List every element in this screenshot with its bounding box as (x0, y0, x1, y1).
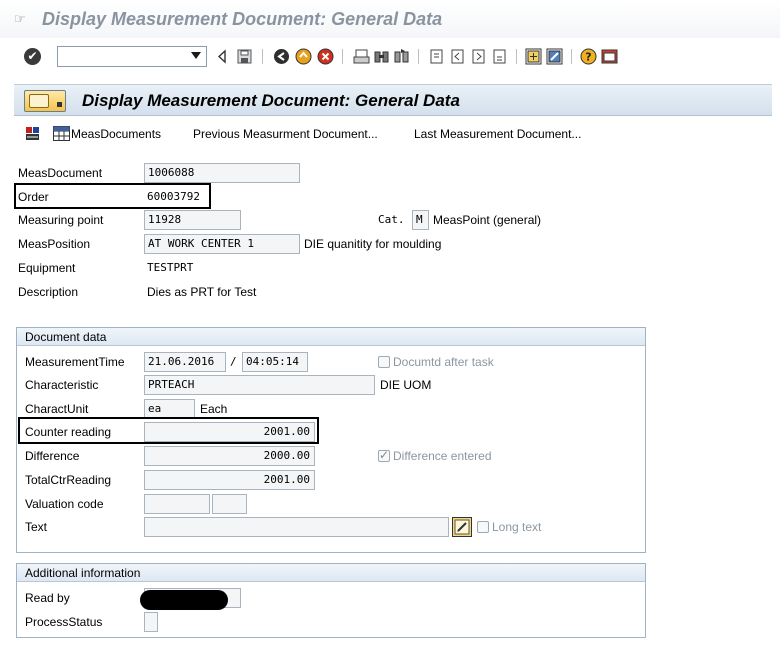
save-icon[interactable] (236, 48, 253, 65)
valuation-code-secondary-field[interactable] (212, 494, 247, 514)
description-label: Description (18, 285, 79, 299)
document-data-header: Document data (17, 328, 645, 346)
date-time-separator: / (230, 355, 237, 368)
difference-label: Difference (25, 449, 80, 463)
create-session-icon[interactable] (525, 48, 542, 65)
order-label: Order (18, 190, 49, 204)
redaction-mark (140, 590, 228, 610)
difference-field[interactable]: 2000.00 (144, 446, 315, 466)
exit-icon[interactable] (295, 48, 312, 65)
characteristic-description: DIE UOM (380, 378, 432, 392)
equipment-label: Equipment (18, 261, 76, 275)
previous-document-button[interactable]: Previous Measurment Document... (193, 127, 378, 141)
measurement-date-field[interactable]: 21.06.2016 (144, 352, 226, 372)
measuring-point-label: Measuring point (18, 213, 104, 227)
standard-toolbar: ✔ ? (0, 40, 780, 76)
window-title: Display Measurement Document: General Da… (42, 9, 443, 29)
read-by-label: Read by (25, 591, 70, 605)
valuation-code-label: Valuation code (25, 497, 104, 511)
meas-position-field[interactable]: AT WORK CENTER 1 (144, 234, 300, 254)
back-icon[interactable] (273, 48, 290, 65)
command-field[interactable] (57, 46, 207, 67)
equipment-value[interactable]: TESTPRT (147, 261, 193, 275)
characteristic-label: Characteristic (25, 378, 99, 392)
customize-layout-icon[interactable] (601, 48, 618, 65)
order-value[interactable]: 60003792 (147, 190, 200, 204)
first-page-icon[interactable] (428, 48, 445, 65)
enter-check-icon[interactable]: ✔ (24, 48, 41, 65)
measurement-time-label: MeasurementTime (25, 355, 125, 369)
chevron-down-icon[interactable] (191, 52, 201, 59)
application-toolbar: MeasDocuments Previous Measurment Docume… (14, 120, 772, 148)
measuring-point-field[interactable]: 11928 (144, 210, 241, 230)
cat-label: Cat. (378, 213, 405, 226)
additional-info-group: Additional information (16, 563, 646, 638)
last-page-icon[interactable] (491, 48, 508, 65)
text-label: Text (25, 520, 48, 534)
find-next-icon[interactable] (393, 48, 410, 65)
menu-icon[interactable]: ☞ (14, 12, 28, 25)
charact-unit-label: CharactUnit (25, 402, 89, 416)
additional-info-header: Additional information (17, 564, 645, 582)
documented-after-task-checkbox[interactable] (378, 356, 390, 368)
print-icon[interactable] (353, 48, 370, 65)
counter-reading-label: Counter reading (25, 425, 112, 439)
small-arrow-icon (57, 102, 62, 107)
valuation-code-field[interactable] (144, 494, 210, 514)
meas-documents-label: MeasDocuments (71, 127, 162, 141)
find-icon[interactable] (373, 48, 390, 65)
edit-long-text-icon[interactable] (452, 517, 472, 537)
grid-list-icon (53, 126, 70, 141)
help-icon[interactable]: ? (580, 48, 597, 65)
previous-page-icon[interactable] (449, 48, 466, 65)
charact-unit-field[interactable]: ea (144, 399, 195, 419)
additional-info-title: Additional information (25, 566, 141, 580)
meas-document-label: MeasDocument (18, 166, 103, 180)
screen-menu-icon (29, 94, 49, 108)
measurement-icon[interactable] (24, 125, 41, 142)
total-ctr-reading-field[interactable]: 2001.00 (144, 470, 315, 490)
screen-header: Display Measurement Document: General Da… (14, 84, 772, 116)
description-value: Dies as PRT for Test (147, 285, 257, 299)
text-field[interactable] (144, 517, 449, 537)
document-data-title: Document data (25, 330, 107, 344)
long-text-checkbox[interactable] (477, 521, 489, 533)
screen-title: Display Measurement Document: General Da… (82, 91, 460, 110)
meas-document-field[interactable]: 1006088 (144, 163, 300, 183)
difference-entered-label: Difference entered (393, 449, 492, 463)
process-status-field[interactable] (144, 612, 158, 632)
shortcut-icon[interactable] (546, 48, 563, 65)
cat-field[interactable]: M (412, 210, 429, 230)
cat-description: MeasPoint (general) (433, 213, 542, 227)
counter-reading-field[interactable]: 2001.00 (144, 422, 315, 442)
measurement-time-field[interactable]: 04:05:14 (242, 352, 308, 372)
total-ctr-reading-label: TotalCtrReading (25, 473, 112, 487)
documented-after-task-label: Documtd after task (393, 355, 494, 369)
difference-entered-checkbox[interactable] (378, 448, 390, 462)
collapse-triangle-icon[interactable] (214, 48, 231, 65)
next-page-icon[interactable] (470, 48, 487, 65)
meas-position-description: DIE quanitity for moulding (304, 237, 442, 251)
svg-text:?: ? (585, 51, 591, 64)
charact-unit-description: Each (200, 402, 228, 416)
last-document-button[interactable]: Last Measurement Document... (414, 127, 581, 141)
meas-position-label: MeasPosition (18, 237, 91, 251)
long-text-label: Long text (492, 520, 542, 534)
cancel-icon[interactable] (317, 48, 334, 65)
characteristic-field[interactable]: PRTEACH (144, 375, 375, 395)
window-title-bar: ☞ Display Measurement Document: General … (0, 0, 780, 38)
menu-button[interactable] (24, 90, 66, 112)
process-status-label: ProcessStatus (25, 615, 103, 629)
